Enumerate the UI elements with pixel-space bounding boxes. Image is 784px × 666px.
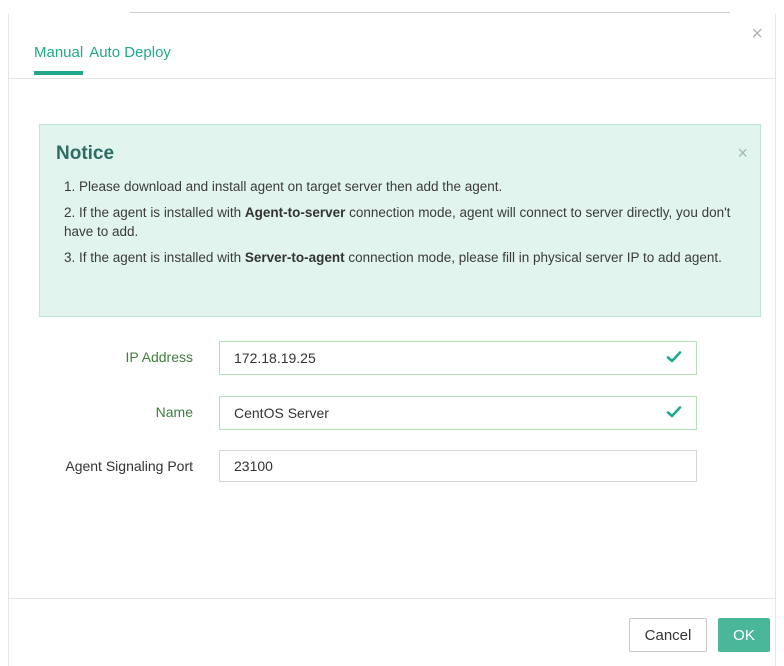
ip-address-row: IP Address [9, 341, 775, 375]
tab-auto-deploy[interactable]: Auto Deploy [89, 44, 171, 75]
notice-item-text: 1. Please download and install agent on … [64, 179, 503, 194]
signaling-port-label: Agent Signaling Port [65, 458, 193, 474]
notice-item: 1. Please download and install agent on … [64, 177, 752, 196]
name-row: Name [9, 396, 775, 430]
check-icon [666, 351, 682, 363]
tab-divider [9, 78, 775, 79]
check-icon [666, 406, 682, 418]
signaling-port-input[interactable] [219, 450, 697, 482]
background-edge [130, 12, 730, 13]
close-icon[interactable]: × [751, 24, 763, 44]
background-strip [0, 0, 784, 14]
ok-button[interactable]: OK [718, 618, 770, 652]
ip-address-label: IP Address [125, 349, 193, 365]
tab-manual[interactable]: Manual [34, 44, 84, 75]
footer-divider [9, 598, 775, 599]
add-agent-dialog: × Manual Auto Deploy Notice × 1. Please … [8, 14, 776, 666]
notice-title: Notice [56, 143, 115, 164]
notice-close-icon[interactable]: × [737, 143, 748, 164]
notice-list: 1. Please download and install agent on … [64, 177, 752, 274]
notice-item-bold: Server-to-agent [244, 250, 345, 265]
name-input[interactable] [219, 396, 697, 430]
notice-item-bold: Agent-to-server [244, 205, 346, 220]
notice-item: 2. If the agent is installed with Agent-… [64, 203, 752, 241]
notice-item-text: 2. If the agent is installed with [64, 205, 245, 220]
signaling-port-row: Agent Signaling Port [9, 450, 775, 482]
notice-item-text: 3. If the agent is installed with [64, 250, 245, 265]
notice-item: 3. If the agent is installed with Server… [64, 248, 752, 267]
cancel-button[interactable]: Cancel [629, 618, 707, 652]
name-label: Name [155, 404, 193, 420]
ip-address-input[interactable] [219, 341, 697, 375]
notice-panel: Notice × 1. Please download and install … [39, 124, 761, 317]
tab-bar: Manual Auto Deploy [34, 44, 177, 75]
notice-item-text: connection mode, please fill in physical… [344, 250, 722, 265]
